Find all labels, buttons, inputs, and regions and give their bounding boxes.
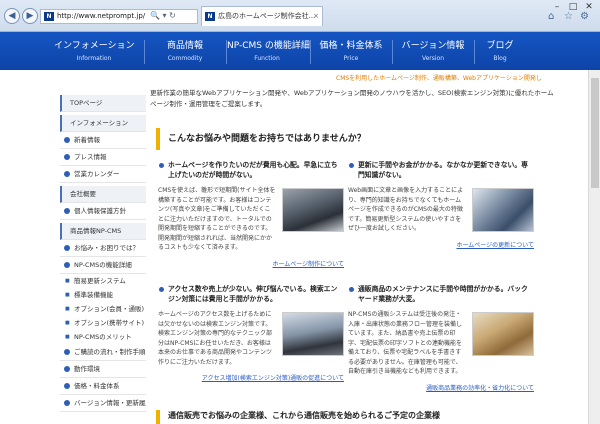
nav-item-price[interactable]: 価格・料金体系 Price <box>311 38 391 62</box>
sidebar-item-environment[interactable]: 動作環境 <box>60 361 146 378</box>
sidebar-item-product[interactable]: 商品情報NP-CMS <box>60 223 146 240</box>
nav-subtitle: Function <box>254 55 280 62</box>
nav-item-commodity[interactable]: 商品情報 Commodity <box>145 38 225 62</box>
sidebar-item-option-mobile[interactable]: オプション(携帯サイト) <box>60 316 146 330</box>
nav-item-information[interactable]: インフォメーション Information <box>54 38 135 62</box>
sidebar-item-merits[interactable]: NP-CMSのメリット <box>60 330 146 344</box>
problem-card-cost: ホームページを作りたいのだが費用も心配。早急に立ち上げたいのだが時間がない。 C… <box>158 160 344 268</box>
card-title: 更新に手間やお金がかかる。なかなか更新できない。専門知識がない。 <box>348 160 534 180</box>
sidebar-item-press[interactable]: プレス情報 <box>60 149 146 166</box>
problem-card-access: アクセス数や売上が少ない。伸び悩んでいる。検索エンジン対策には費用と手間がかかる… <box>158 284 344 382</box>
card-link[interactable]: アクセス増加(検索エンジン対策)通販の促進について <box>158 373 344 382</box>
section-title: こんなお悩みや問題をお持ちではありませんか？ <box>156 128 560 150</box>
back-arrow-icon: ◀ <box>8 11 16 21</box>
sidebar-item-company[interactable]: 会社概要 <box>60 186 146 203</box>
card-body: CMSを使えば、雛形で短期間(サイト全体を構築することが可能です。お客様はコンテ… <box>158 186 344 253</box>
card-text: CMSを使えば、雛形で短期間(サイト全体を構築することが可能です。お客様はコンテ… <box>158 187 276 251</box>
tab-active[interactable]: N 広島のホームページ制作会社... × <box>201 6 323 26</box>
boxes-photo <box>472 312 534 356</box>
forward-arrow-icon: ▶ <box>26 11 34 21</box>
card-text: ホームページのアクセス数を上げるためには欠かせないのは検索エンジン対策です。検索… <box>158 311 273 366</box>
intro-text: 更新作業の簡単なWebアプリケーション開発や、Webアプリケーション開発のノウハ… <box>150 89 554 108</box>
sidebar-item-top[interactable]: TOPページ <box>60 95 146 112</box>
card-link[interactable]: ホームページの更新について <box>348 240 534 249</box>
sidebar-item-privacy[interactable]: 個人情報保護方針 <box>60 203 146 220</box>
sidebar-item-troubles[interactable]: お悩み・お困りでは？ <box>60 240 146 257</box>
nav-title: ブログ <box>486 41 514 51</box>
sidebar-item-functions[interactable]: NP-CMSの機能詳細 <box>60 257 146 274</box>
nav-subtitle: Price <box>343 55 359 62</box>
business-people-photo <box>282 312 344 356</box>
laptop-photo <box>472 188 534 232</box>
nav-title: 価格・料金体系 <box>319 41 383 51</box>
main-nav: インフォメーション Information 商品情報 Commodity NP-… <box>0 32 600 70</box>
scrollbar-thumb[interactable] <box>591 78 599 188</box>
card-title: ホームページを作りたいのだが費用も心配。早急に立ち上げたいのだが時間がない。 <box>158 160 344 180</box>
site-favicon-icon: N <box>44 12 54 21</box>
card-title: 通販商品のメンテナンスに手間や時間がかかる。バックヤード業務が大変。 <box>348 284 534 304</box>
problem-card-update: 更新に手間やお金がかかる。なかなか更新できない。専門知識がない。 Web画面に文… <box>348 160 534 249</box>
tab-close-icon[interactable]: × <box>313 7 319 25</box>
browser-chrome: ◀ ▶ N http://www.netprompt.jp/ 🔍 ▾ ↻ N 広… <box>0 0 600 32</box>
card-body: NP-CMSの通販システムは受注後の発注・入庫・出庫状態の業務フロー管理を装備し… <box>348 310 534 377</box>
sidebar-item-information[interactable]: インフォメーション <box>60 115 146 132</box>
sidebar-item-standard[interactable]: 標準装備機能 <box>60 288 146 302</box>
nav-item-blog[interactable]: ブログ Blog <box>460 38 540 62</box>
sidebar-item-news[interactable]: 新着情報 <box>60 132 146 149</box>
sidebar-item-flow[interactable]: ご購読の流れ・制作手順 <box>60 344 146 361</box>
problem-card-fulfillment: 通販商品のメンテナンスに手間や時間がかかる。バックヤード業務が大変。 NP-CM… <box>348 284 534 392</box>
card-text: NP-CMSの通販システムは受注後の発注・入庫・出庫状態の業務フロー管理を装備し… <box>348 311 463 375</box>
vertical-scrollbar[interactable] <box>588 70 600 424</box>
card-title: アクセス数や売上が少ない。伸び悩んでいる。検索エンジン対策には費用と手間がかかる… <box>158 284 344 304</box>
page-content: CMSを利用したホームページ制作、通販構築、Webアプリケーション開発し 更新作… <box>0 70 600 424</box>
sidebar-item-option-member[interactable]: オプション(会員・通販) <box>60 302 146 316</box>
card-body: Web画面に文章と画像を入力することにより、専門的知識をお持ちでなくてもホームペ… <box>348 186 534 234</box>
card-text: Web画面に文章と画像を入力することにより、専門的知識をお持ちでなくてもホームペ… <box>348 187 464 232</box>
forward-button[interactable]: ▶ <box>22 8 38 24</box>
sidebar-item-version[interactable]: バージョン情報・更新履歴 <box>60 395 146 412</box>
favorites-star-icon[interactable]: ☆ <box>564 11 573 22</box>
sidebar-item-pricing[interactable]: 価格・料金体系 <box>60 378 146 395</box>
header-tagline: CMSを利用したホームページ制作、通販構築、Webアプリケーション開発し <box>336 75 542 82</box>
card-body: ホームページのアクセス数を上げるためには欠かせないのは検索エンジン対策です。検索… <box>158 310 344 367</box>
nav-item-function[interactable]: NP-CMS の機能詳細 Function <box>227 38 310 62</box>
home-icon[interactable]: ⌂ <box>548 11 554 22</box>
bottom-heading: 通信販売でお悩みの企業様、これから通信販売を始められるご予定の企業様 <box>156 410 560 424</box>
sidebar: TOPページ インフォメーション 新着情報 プレス情報 営業カレンダー 会社概要… <box>60 92 146 412</box>
card-link[interactable]: ホームページ制作について <box>158 259 344 268</box>
card-link[interactable]: 通販商品業務の効率化・省力化について <box>348 383 534 392</box>
nav-subtitle: Commodity <box>167 55 203 62</box>
businessman-photo <box>282 188 344 232</box>
sidebar-item-calendar[interactable]: 営業カレンダー <box>60 166 146 183</box>
nav-title: インフォメーション <box>54 41 135 51</box>
tab-favicon-icon: N <box>205 12 215 21</box>
settings-gear-icon[interactable]: ⚙ <box>580 11 589 22</box>
sidebar-item-easy-update[interactable]: 簡易更新システム <box>60 274 146 288</box>
nav-subtitle: Information <box>76 55 112 62</box>
address-tools[interactable]: 🔍 ▾ ↻ <box>150 9 176 24</box>
tab-title: 広島のホームページ制作会社... <box>218 12 316 20</box>
nav-title: 商品情報 <box>166 41 203 51</box>
back-button[interactable]: ◀ <box>4 8 20 24</box>
nav-subtitle: Blog <box>493 55 507 62</box>
nav-title: NP-CMS の機能詳細 <box>227 41 310 51</box>
address-url: http://www.netprompt.jp/ <box>57 12 146 20</box>
